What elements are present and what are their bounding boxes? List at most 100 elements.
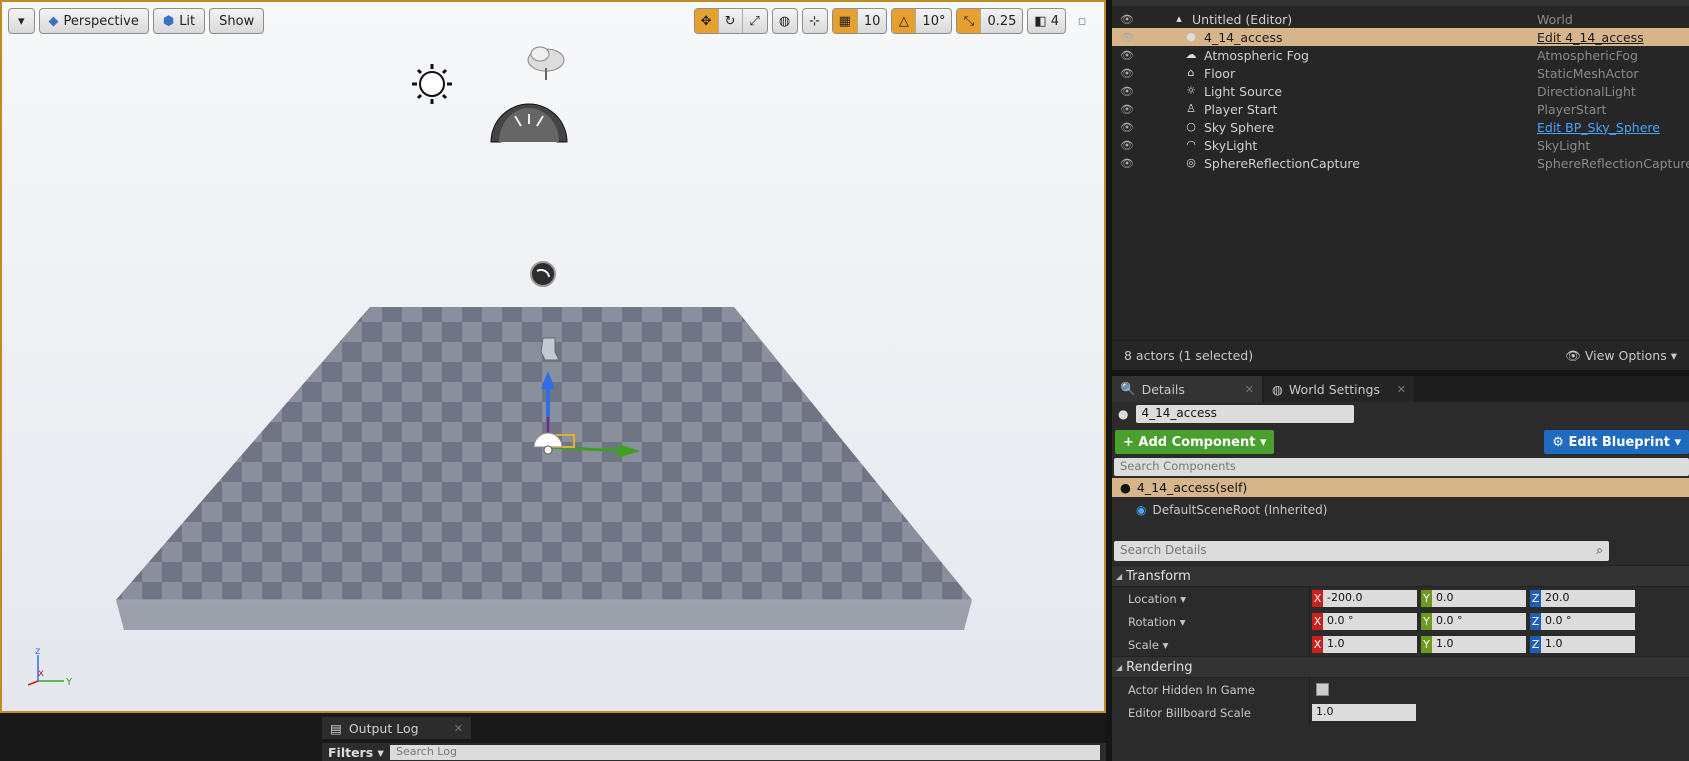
outliner-row-skylight[interactable]: 👁 ◠ SkyLight SkyLight (1112, 136, 1689, 154)
eye-icon[interactable]: 👁 (1120, 139, 1136, 152)
perspective-button[interactable]: ◆ Perspective (38, 8, 149, 34)
rendering-section-header[interactable]: ◢ Rendering (1112, 656, 1689, 678)
outliner-row-world[interactable]: 👁 ▴ Untitled (Editor) World (1112, 10, 1689, 28)
world-outliner: 👁 ▴ Untitled (Editor) World 👁 ● 4_14_acces… (1112, 0, 1689, 370)
tab-details[interactable]: 🔍 Details ✕ (1112, 376, 1262, 402)
search-icon: ⌕ (1596, 543, 1603, 557)
eye-icon[interactable]: 👁 (1120, 103, 1136, 116)
gear-icon: ⚙ (1552, 434, 1569, 450)
outliner-row-4-14-access[interactable]: 👁 ● 4_14_access Edit 4_14_access (1112, 28, 1689, 46)
hidden-in-game-row: Actor Hidden In Game (1112, 678, 1689, 701)
eye-icon[interactable]: 👁 (1120, 157, 1136, 170)
scale-snap-value[interactable]: 0.25 (981, 9, 1022, 33)
grid-icon[interactable]: ▦ (832, 9, 858, 33)
grid-snap-group[interactable]: ▦ 10 (831, 8, 888, 34)
maximize-viewport-button[interactable]: ▫ (1070, 8, 1094, 34)
eye-icon[interactable]: 👁 (1120, 13, 1136, 26)
world-local-toggle[interactable]: ◍ (771, 8, 798, 34)
chevron-down-icon: ▾ (18, 13, 25, 29)
tab-output-log[interactable]: ▤ Output Log ✕ (322, 717, 471, 739)
editor-window: ▾ ◆ Perspective ⬢ Lit Show ✥ ↻ ⤢ ◍ ⊹ ▦ 10 … (0, 0, 1689, 761)
edit-sky-sphere-link[interactable]: Edit BP_Sky_Sphere (1537, 120, 1660, 135)
level-viewport[interactable]: ▾ ◆ Perspective ⬢ Lit Show ✥ ↻ ⤢ ◍ ⊹ ▦ 10 … (0, 0, 1106, 713)
actor-name-field[interactable]: 4_14_access (1136, 405, 1355, 423)
camera-speed-group[interactable]: ◧ 4 (1027, 8, 1066, 34)
outliner-row-atmospheric-fog[interactable]: 👁 ☁ Atmospheric Fog AtmosphericFog (1112, 46, 1689, 64)
scale-icon[interactable]: ⤢ (743, 9, 767, 33)
outliner-row-sky-sphere[interactable]: 👁 ○ Sky Sphere Edit BP_Sky_Sphere (1112, 118, 1689, 136)
eye-icon[interactable]: 👁 (1120, 49, 1136, 62)
location-z-field[interactable]: Z 20.0 (1530, 590, 1635, 607)
globe-icon: ◍ (1272, 381, 1283, 397)
outliner-row-floor[interactable]: 👁 ⌂ Floor StaticMeshActor (1112, 64, 1689, 82)
viewport-options-button[interactable]: ▾ (8, 8, 35, 34)
outliner-row-sphere-reflection[interactable]: 👁 ◎ SphereReflectionCapture SphereReflect… (1112, 154, 1689, 172)
close-icon[interactable]: ✕ (1397, 383, 1406, 396)
location-x-field[interactable]: X -200.0 (1312, 590, 1417, 607)
details-tabs: 🔍 Details ✕ ◍ World Settings ✕ (1112, 376, 1689, 402)
search-log-input[interactable]: Search Log (390, 745, 1100, 760)
eye-icon: 👁 (1565, 347, 1585, 363)
reflection-capture-icon[interactable] (530, 261, 556, 287)
search-details-input[interactable]: Search Details ⌕ (1114, 541, 1609, 561)
scale-row: Scale ▾ X 1.0 Y 1.0 Z 1.0 (1112, 633, 1689, 656)
scene-render[interactable] (2, 2, 1104, 711)
eye-icon[interactable]: 👁 (1120, 85, 1136, 98)
scale-label[interactable]: Scale ▾ (1128, 638, 1168, 652)
transform-tools[interactable]: ✥ ↻ ⤢ (693, 8, 768, 34)
component-self-item[interactable]: ● 4_14_access(self) (1112, 478, 1689, 497)
billboard-scale-field[interactable]: 1.0 (1312, 704, 1416, 721)
location-row: Location ▾ X -200.0 Y 0.0 Z 20.0 (1112, 587, 1689, 610)
rotate-icon[interactable]: ↻ (719, 9, 743, 33)
rotation-y-field[interactable]: Y 0.0 ° (1421, 613, 1526, 630)
grid-snap-value[interactable]: 10 (858, 9, 887, 33)
rotation-label[interactable]: Rotation ▾ (1128, 615, 1186, 629)
rotation-z-field[interactable]: Z 0.0 ° (1530, 613, 1635, 630)
fog-billboard-icon[interactable] (527, 46, 565, 80)
eye-icon[interactable]: 👁 (1120, 121, 1136, 134)
rotation-snap-group[interactable]: △ 10° (891, 8, 953, 34)
player-icon: ♙ (1186, 102, 1196, 115)
view-options-button[interactable]: 👁 View Options ▾ (1565, 348, 1677, 364)
eye-icon[interactable]: 👁 (1120, 67, 1136, 80)
location-y-field[interactable]: Y 0.0 (1421, 590, 1526, 607)
angle-icon[interactable]: △ (892, 9, 917, 33)
show-button[interactable]: Show (209, 8, 265, 34)
transform-section-header[interactable]: ◢ Transform (1112, 565, 1689, 587)
outliner-row-light-source[interactable]: 👁 ☼ Light Source DirectionalLight (1112, 82, 1689, 100)
close-icon[interactable]: ✕ (454, 722, 463, 735)
rotation-x-field[interactable]: X 0.0 ° (1312, 613, 1417, 630)
sphere-icon: ○ (1186, 120, 1196, 133)
edit-blueprint-button[interactable]: ⚙ Edit Blueprint ▾ (1544, 430, 1689, 454)
add-component-button[interactable]: + Add Component ▾ (1115, 430, 1275, 454)
search-components-input[interactable]: Search Components (1114, 458, 1689, 476)
location-label[interactable]: Location ▾ (1128, 592, 1186, 606)
surface-snap-toggle[interactable]: ⊹ (801, 8, 828, 34)
close-icon[interactable]: ✕ (1245, 383, 1254, 396)
scale-y-field[interactable]: Y 1.0 (1421, 636, 1526, 653)
sun-billboard-icon[interactable] (412, 64, 452, 104)
sphere-icon: ● (1186, 30, 1196, 43)
actor-count: 8 actors (1 selected) (1124, 348, 1254, 363)
maximize-icon[interactable]: ▫ (1070, 8, 1094, 34)
collapse-arrow-icon: ◢ (1116, 662, 1123, 672)
lit-button[interactable]: ⬢ Lit (152, 8, 206, 34)
edit-blueprint-link[interactable]: Edit 4_14_access (1537, 30, 1644, 45)
eye-icon[interactable]: 👁 (1120, 31, 1136, 44)
surface-snap-icon[interactable]: ⊹ (803, 9, 827, 33)
camera-icon[interactable]: ◧ 4 (1028, 9, 1065, 33)
component-root-item[interactable]: ◉ DefaultSceneRoot (Inherited) (1112, 497, 1689, 523)
outliner-row-player-start[interactable]: 👁 ♙ Player Start PlayerStart (1112, 100, 1689, 118)
globe-icon[interactable]: ◍ (773, 9, 797, 33)
move-icon[interactable]: ✥ (694, 9, 719, 33)
skylight-billboard-icon[interactable] (490, 103, 568, 143)
rotation-snap-value[interactable]: 10° (916, 9, 951, 33)
tab-world-settings[interactable]: ◍ World Settings ✕ (1264, 376, 1414, 402)
scale-x-field[interactable]: X 1.0 (1312, 636, 1417, 653)
scale-snap-group[interactable]: ⤡ 0.25 (956, 8, 1024, 34)
hidden-in-game-checkbox[interactable] (1316, 683, 1329, 696)
scale-snap-icon[interactable]: ⤡ (957, 9, 982, 33)
reflection-icon: ◎ (1186, 156, 1196, 169)
scale-z-field[interactable]: Z 1.0 (1530, 636, 1635, 653)
filters-button[interactable]: Filters ▾ (322, 745, 390, 760)
